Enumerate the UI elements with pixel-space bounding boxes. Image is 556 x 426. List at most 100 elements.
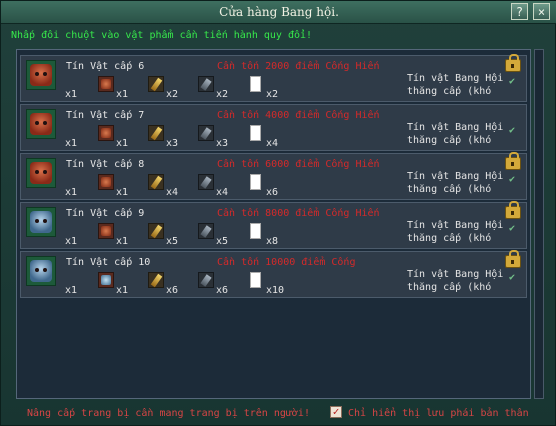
list-item[interactable]: x1 Tín Vật cấp 10 Cần tốn 10000 điểm Cốn… bbox=[20, 250, 527, 298]
chevron-down-icon[interactable]: ✔ bbox=[509, 223, 519, 235]
gold-bar-icon[interactable] bbox=[148, 223, 164, 239]
item-description: Tín vật Bang Hội thăng cấp (khó bbox=[407, 72, 503, 98]
mini-token-icon[interactable] bbox=[98, 174, 114, 190]
guild-shop-window: Cửa hàng Bang hội. ? × Nhấp đôi chuột và… bbox=[0, 0, 556, 426]
mini-token-icon[interactable] bbox=[98, 125, 114, 141]
paper-icon[interactable] bbox=[250, 76, 261, 92]
chevron-down-icon[interactable]: ✔ bbox=[509, 76, 519, 88]
cost-text: Cần tốn 10000 điểm Cống bbox=[217, 257, 356, 268]
description-line: thăng cấp (khó bbox=[407, 135, 492, 146]
ore-icon[interactable] bbox=[198, 76, 214, 92]
guild-token-icon[interactable] bbox=[26, 158, 56, 188]
token-level-label: Tín Vật cấp 7 bbox=[66, 110, 145, 121]
token-level-label: Tín Vật cấp 10 bbox=[66, 257, 151, 268]
token-quantity: x1 bbox=[65, 236, 78, 247]
token-level-label: Tín Vật cấp 6 bbox=[66, 61, 145, 72]
material-quantity: x2 bbox=[216, 89, 229, 100]
ore-icon[interactable] bbox=[198, 125, 214, 141]
material-quantity: x8 bbox=[266, 236, 279, 247]
description-line: Tín vật Bang Hội bbox=[407, 171, 504, 182]
cost-text: Cần tốn 2000 điểm Cống Hiến bbox=[217, 61, 380, 72]
description-line: Tín vật Bang Hội bbox=[407, 269, 504, 280]
chevron-down-icon[interactable]: ✔ bbox=[509, 272, 519, 284]
material-quantity: x4 bbox=[266, 138, 279, 149]
upgrade-note: Nâng cấp trang bị cần mang trang bị trên… bbox=[27, 408, 310, 419]
description-line: thăng cấp (khó bbox=[407, 86, 492, 97]
material-quantity: x6 bbox=[216, 285, 229, 296]
title-bar[interactable]: Cửa hàng Bang hội. ? × bbox=[1, 1, 556, 24]
item-list: x1 Tín Vật cấp 6 Cần tốn 2000 điểm Cống … bbox=[16, 49, 531, 399]
paper-icon[interactable] bbox=[250, 125, 261, 141]
list-item[interactable]: x1 Tín Vật cấp 6 Cần tốn 2000 điểm Cống … bbox=[20, 54, 527, 102]
item-description: Tín vật Bang Hội thăng cấp (khó bbox=[407, 170, 503, 196]
paper-icon[interactable] bbox=[250, 223, 261, 239]
paper-icon[interactable] bbox=[250, 272, 261, 288]
token-level-label: Tín Vật cấp 8 bbox=[66, 159, 145, 170]
item-description: Tín vật Bang Hội thăng cấp (khó bbox=[407, 268, 503, 294]
lock-icon bbox=[505, 201, 521, 219]
list-item[interactable]: x1 Tín Vật cấp 8 Cần tốn 6000 điểm Cống … bbox=[20, 152, 527, 200]
description-line: thăng cấp (khó bbox=[407, 233, 492, 244]
description-line: thăng cấp (khó bbox=[407, 184, 492, 195]
cost-text: Cần tốn 8000 điểm Cống Hiến bbox=[217, 208, 380, 219]
scrollbar[interactable] bbox=[534, 49, 544, 399]
ore-icon[interactable] bbox=[198, 272, 214, 288]
chevron-down-icon[interactable]: ✔ bbox=[509, 174, 519, 186]
list-item[interactable]: x1 Tín Vật cấp 9 Cần tốn 8000 điểm Cống … bbox=[20, 201, 527, 249]
item-description: Tín vật Bang Hội thăng cấp (khó bbox=[407, 121, 503, 147]
cost-text: Cần tốn 4000 điểm Cống Hiến bbox=[217, 110, 380, 121]
description-line: Tín vật Bang Hội bbox=[407, 122, 504, 133]
mini-token-icon[interactable] bbox=[98, 223, 114, 239]
window-title: Cửa hàng Bang hội. bbox=[219, 5, 339, 19]
token-level-label: Tín Vật cấp 9 bbox=[66, 208, 145, 219]
material-quantity: x2 bbox=[266, 89, 279, 100]
instruction-text: Nhấp đôi chuột vào vật phẩm cần tiến hàn… bbox=[11, 30, 313, 41]
list-item[interactable]: x1 Tín Vật cấp 7 Cần tốn 4000 điểm Cống … bbox=[20, 104, 527, 151]
material-quantity: x5 bbox=[216, 236, 229, 247]
cost-text: Cần tốn 6000 điểm Cống Hiến bbox=[217, 159, 380, 170]
ore-icon[interactable] bbox=[198, 223, 214, 239]
material-quantity: x1 bbox=[116, 187, 129, 198]
material-quantity: x3 bbox=[216, 138, 229, 149]
material-quantity: x6 bbox=[166, 285, 179, 296]
guild-token-icon[interactable] bbox=[26, 60, 56, 90]
own-faction-checkbox[interactable]: ✓ bbox=[330, 406, 342, 418]
token-quantity: x1 bbox=[65, 138, 78, 149]
gold-bar-icon[interactable] bbox=[148, 272, 164, 288]
description-line: thăng cấp (khó bbox=[407, 282, 492, 293]
description-line: Tín vật Bang Hội bbox=[407, 73, 504, 84]
close-icon[interactable]: × bbox=[533, 3, 550, 20]
lock-icon bbox=[505, 152, 521, 170]
own-faction-checkbox-label[interactable]: Chỉ hiển thị lưu phái bản thân bbox=[348, 408, 529, 419]
help-icon[interactable]: ? bbox=[511, 3, 528, 20]
gold-bar-icon[interactable] bbox=[148, 174, 164, 190]
guild-token-icon[interactable] bbox=[26, 207, 56, 237]
guild-token-icon[interactable] bbox=[26, 256, 56, 286]
mini-token-icon[interactable] bbox=[98, 272, 114, 288]
material-quantity: x4 bbox=[166, 187, 179, 198]
item-description: Tín vật Bang Hội thăng cấp (khó bbox=[407, 219, 503, 245]
chevron-down-icon[interactable]: ✔ bbox=[509, 125, 519, 137]
lock-icon bbox=[505, 250, 521, 268]
material-quantity: x3 bbox=[166, 138, 179, 149]
material-quantity: x5 bbox=[166, 236, 179, 247]
gold-bar-icon[interactable] bbox=[148, 76, 164, 92]
material-quantity: x10 bbox=[266, 285, 285, 296]
material-quantity: x4 bbox=[216, 187, 229, 198]
token-quantity: x1 bbox=[65, 187, 78, 198]
token-quantity: x1 bbox=[65, 89, 78, 100]
material-quantity: x2 bbox=[166, 89, 179, 100]
gold-bar-icon[interactable] bbox=[148, 125, 164, 141]
material-quantity: x1 bbox=[116, 138, 129, 149]
description-line: Tín vật Bang Hội bbox=[407, 220, 504, 231]
material-quantity: x1 bbox=[116, 285, 129, 296]
token-quantity: x1 bbox=[65, 285, 78, 296]
material-quantity: x6 bbox=[266, 187, 279, 198]
lock-icon bbox=[505, 54, 521, 72]
ore-icon[interactable] bbox=[198, 174, 214, 190]
mini-token-icon[interactable] bbox=[98, 76, 114, 92]
guild-token-icon[interactable] bbox=[26, 109, 56, 139]
paper-icon[interactable] bbox=[250, 174, 261, 190]
material-quantity: x1 bbox=[116, 236, 129, 247]
material-quantity: x1 bbox=[116, 89, 129, 100]
